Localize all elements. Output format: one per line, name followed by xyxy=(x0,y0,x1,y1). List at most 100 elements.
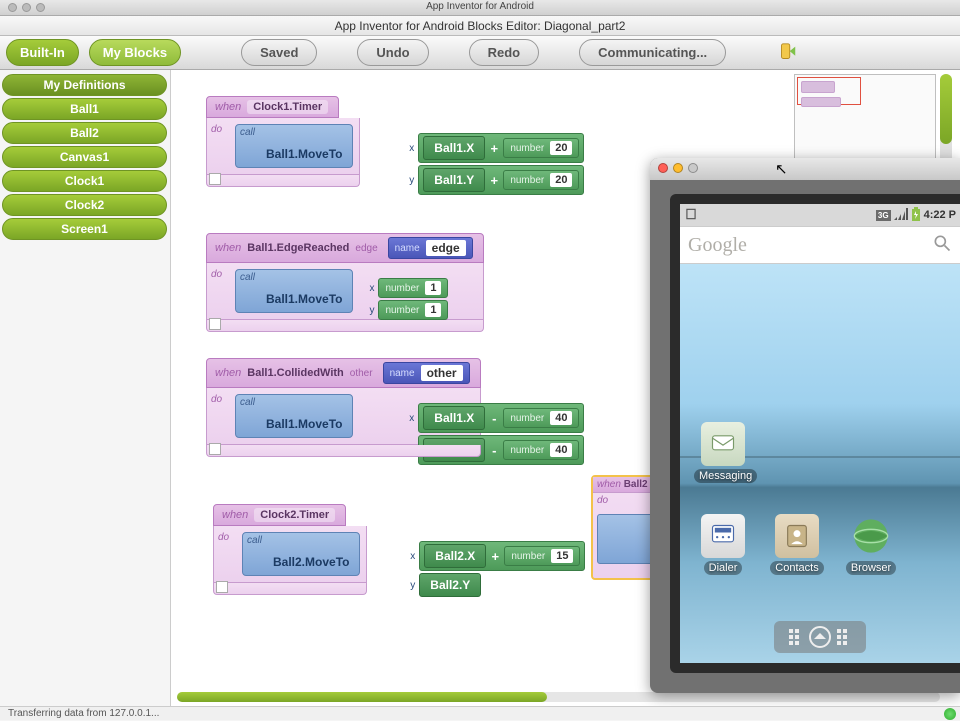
mac-window-controls[interactable] xyxy=(8,3,45,12)
sidebar-item-clock1[interactable]: Clock1 xyxy=(2,170,167,192)
name-arg-edge[interactable]: nameedge xyxy=(388,237,473,259)
name-value: edge xyxy=(426,240,466,256)
method-name: Ball1.MoveTo xyxy=(262,141,346,163)
minimize-dot[interactable] xyxy=(22,3,31,12)
number-value: 20 xyxy=(550,141,572,155)
call-block[interactable]: call Ball1.MoveTo x Ball1.X - number40 xyxy=(235,394,353,438)
do-label: do xyxy=(211,269,222,280)
drawer-dots-left xyxy=(789,629,803,645)
horizontal-scroll-thumb[interactable] xyxy=(177,692,547,702)
mac-title: App Inventor for Android xyxy=(426,1,534,12)
number-block[interactable]: number40 xyxy=(503,408,579,428)
call-block[interactable]: call Ball1.MoveTo x Ball1.X + number20 xyxy=(235,124,353,168)
when-header[interactable]: when Clock1.Timer xyxy=(206,96,339,118)
search-placeholder: Google xyxy=(688,234,747,257)
arg-y-label: y xyxy=(402,175,414,186)
collapse-toggle[interactable] xyxy=(209,173,221,185)
name-arg-other[interactable]: nameother xyxy=(383,362,470,384)
saved-button[interactable]: Saved xyxy=(241,39,317,66)
number-block[interactable]: number40 xyxy=(503,440,579,460)
when-header[interactable]: when Ball1.EdgeReached edge nameedge xyxy=(206,233,484,263)
emu-zoom-icon[interactable] xyxy=(688,163,698,173)
zoom-dot[interactable] xyxy=(36,3,45,12)
when-header[interactable]: when Ball1.CollidedWith other nameother xyxy=(206,358,481,388)
op-plus[interactable]: Ball1.X + number20 xyxy=(418,133,584,163)
emu-minimize-icon[interactable] xyxy=(673,163,683,173)
clock-time: 4:22 P xyxy=(924,209,956,221)
collapse-toggle[interactable] xyxy=(209,318,221,330)
app-contacts[interactable]: Contacts xyxy=(768,514,826,575)
when-footer xyxy=(206,175,360,187)
app-drawer-button[interactable] xyxy=(774,621,866,653)
event-name: Clock2.Timer xyxy=(254,508,335,522)
app-label: Messaging xyxy=(694,469,757,483)
prop-ball1-x[interactable]: Ball1.X xyxy=(423,136,485,160)
collapse-toggle[interactable] xyxy=(216,581,228,593)
prop-ball2-y[interactable]: Ball2.Y xyxy=(419,573,481,597)
op-plus[interactable]: Ball1.Y + number20 xyxy=(418,165,584,195)
app-browser[interactable]: Browser xyxy=(842,514,900,575)
network-3g-icon: 3G xyxy=(876,210,891,221)
when-header[interactable]: when Clock2.Timer xyxy=(213,504,346,526)
android-wallpaper[interactable]: Messaging Dialer Contacts xyxy=(680,264,960,663)
prop-ball1-x[interactable]: Ball1.X xyxy=(423,406,485,430)
emulator-titlebar[interactable] xyxy=(650,158,960,180)
when-keyword: when xyxy=(597,479,621,490)
vertical-scroll-thumb[interactable] xyxy=(940,74,952,144)
op-symbol: - xyxy=(489,411,499,426)
window-subtitle: App Inventor for Android Blocks Editor: … xyxy=(0,16,960,36)
app-dialer[interactable]: Dialer xyxy=(694,514,752,575)
tab-built-in[interactable]: Built-In xyxy=(6,39,79,66)
prop-ball1-y[interactable]: Ball1.Y xyxy=(423,168,485,192)
search-icon[interactable] xyxy=(932,233,952,258)
signal-icon xyxy=(894,208,908,223)
status-text: Transferring data from 127.0.0.1... xyxy=(8,708,159,719)
number-block[interactable]: number 1 xyxy=(378,300,448,320)
horizontal-scrollbar[interactable] xyxy=(177,692,940,702)
close-dot[interactable] xyxy=(8,3,17,12)
number-block[interactable]: number15 xyxy=(504,546,580,566)
sidebar-item-ball2[interactable]: Ball2 xyxy=(2,122,167,144)
emulator-window-controls[interactable] xyxy=(658,163,698,173)
event-name: Ball1.CollidedWith xyxy=(247,367,343,379)
event-name: Clock1.Timer xyxy=(247,100,328,114)
phone-connect-icon[interactable] xyxy=(776,42,798,64)
number-block[interactable]: number20 xyxy=(503,138,579,158)
sidebar-item-ball1[interactable]: Ball1 xyxy=(2,98,167,120)
sidebar-item-mydefinitions[interactable]: My Definitions xyxy=(2,74,167,96)
number-value: 40 xyxy=(550,443,572,457)
block-ball1-collidedwith[interactable]: when Ball1.CollidedWith other nameother … xyxy=(206,358,481,457)
number-label: number xyxy=(510,175,544,186)
google-search-bar[interactable]: Google xyxy=(680,226,960,264)
block-ball1-edgereached[interactable]: when Ball1.EdgeReached edge nameedge do … xyxy=(206,233,484,332)
app-messaging[interactable]: Messaging xyxy=(694,422,752,483)
sidebar-item-clock2[interactable]: Clock2 xyxy=(2,194,167,216)
number-block[interactable]: number1 xyxy=(378,278,448,298)
op-minus[interactable]: Ball1.X - number40 xyxy=(418,403,584,433)
number-value: 1 xyxy=(425,303,441,317)
arg-y-label: y xyxy=(362,305,374,316)
minimap[interactable] xyxy=(794,74,936,164)
emu-close-icon[interactable] xyxy=(658,163,668,173)
tab-my-blocks[interactable]: My Blocks xyxy=(89,39,181,66)
number-value: 20 xyxy=(550,173,572,187)
minimap-block xyxy=(801,81,835,93)
op-plus[interactable]: Ball2.X + number15 xyxy=(419,541,585,571)
sidebar-item-screen1[interactable]: Screen1 xyxy=(2,218,167,240)
when-footer xyxy=(206,320,484,332)
block-clock1-timer[interactable]: when Clock1.Timer do call Ball1.MoveTo x… xyxy=(206,96,360,187)
call-block[interactable]: call Ball2.MoveTo x Ball2.X + number15 xyxy=(242,532,360,576)
collapse-toggle[interactable] xyxy=(209,443,221,455)
undo-button[interactable]: Undo xyxy=(357,39,428,66)
block-clock2-timer[interactable]: when Clock2.Timer do call Ball2.MoveTo x… xyxy=(213,504,367,595)
number-label: number xyxy=(385,305,419,316)
number-block[interactable]: number 20 xyxy=(503,170,579,190)
emulator-window[interactable]: 3G 4:22 P Google Messaging xyxy=(650,158,960,693)
prop-ball2-x[interactable]: Ball2.X xyxy=(424,544,486,568)
sidebar-item-canvas1[interactable]: Canvas1 xyxy=(2,146,167,168)
call-block[interactable]: call Ball1.MoveTo x number1 y number1 xyxy=(235,269,353,313)
event-name-partial: Ball2 xyxy=(624,479,648,490)
emulator-screen[interactable]: 3G 4:22 P Google Messaging xyxy=(680,204,960,663)
redo-button[interactable]: Redo xyxy=(469,39,540,66)
when-keyword: when xyxy=(215,101,241,113)
